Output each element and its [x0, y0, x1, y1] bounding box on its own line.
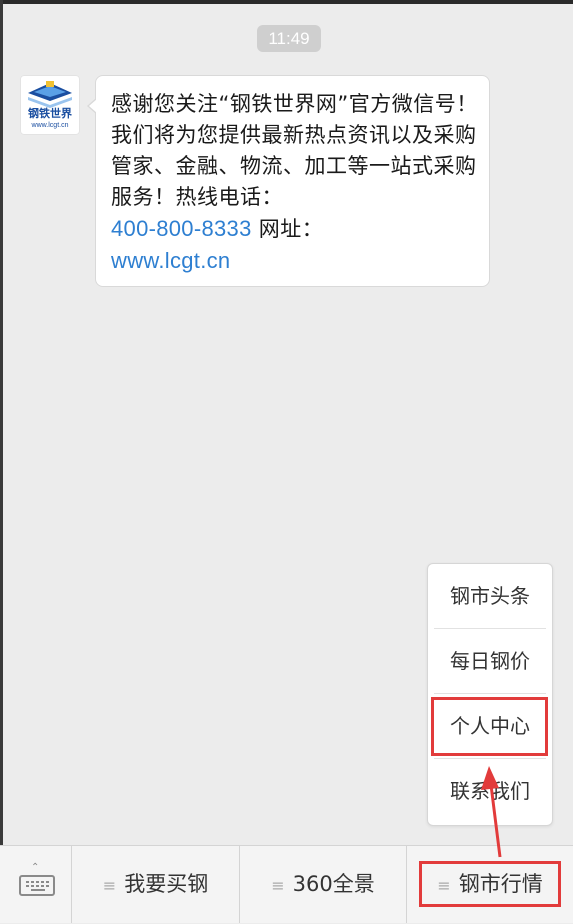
- annotation-arrow-icon: [481, 766, 502, 858]
